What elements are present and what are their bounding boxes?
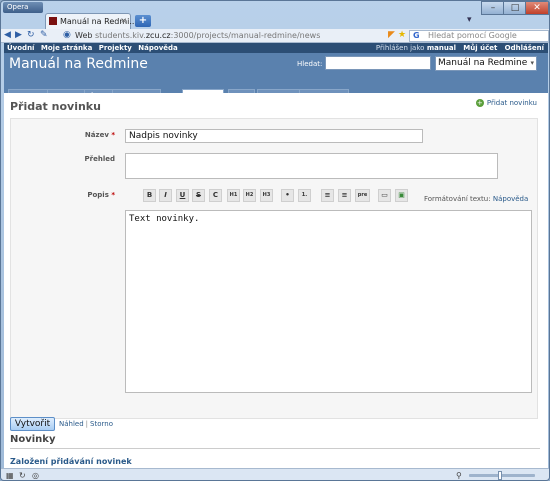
google-icon: G (413, 31, 420, 40)
zoom-slider-handle[interactable] (498, 471, 502, 480)
plus-icon: + (475, 99, 484, 107)
project-header: Manuál na Redmine Hledat: Manuál na Redm… (4, 53, 548, 103)
pre-button[interactable]: pre (355, 189, 370, 202)
cancel-link[interactable]: Storno (90, 420, 113, 428)
main-content: Přidat novinku + Přidat novinku Název * N… (4, 93, 548, 468)
h3-button[interactable]: H3 (260, 189, 273, 202)
title-bar: Opera Manuál na Redmi... × + ▾ – □ ✕ (1, 1, 549, 29)
topmenu-home[interactable]: Úvodní (7, 44, 34, 52)
h1-button[interactable]: H1 (227, 189, 240, 202)
sync-icon[interactable]: ↻ (19, 471, 26, 480)
news-item-link[interactable]: Založení přidávání novinek (10, 457, 132, 466)
close-window-button[interactable]: ✕ (525, 1, 549, 15)
address-bar: ◀ ▶ ↻ ✎ ◉ Web students.kiv.zcu.cz:3000/p… (1, 29, 549, 43)
bookmark-star-icon[interactable]: ★ (398, 30, 406, 40)
divider (10, 448, 540, 449)
panel-toggle-icon[interactable]: ▦ (6, 471, 14, 480)
edit-icon[interactable]: ✎ (40, 30, 48, 40)
create-button[interactable]: Vytvořit (10, 417, 55, 431)
favicon-icon (49, 17, 57, 25)
summary-field[interactable] (125, 153, 498, 179)
topmenu-projects[interactable]: Projekty (99, 44, 132, 52)
topmenu-help[interactable]: Nápověda (138, 44, 177, 52)
topmenu-my-page[interactable]: Moje stránka (41, 44, 92, 52)
page-title: Přidat novinku (10, 100, 101, 113)
outdent-button[interactable]: ≡ (338, 189, 351, 202)
h2-button[interactable]: H2 (243, 189, 256, 202)
form-links: Náhled | Storno (59, 420, 113, 428)
italic-button[interactable]: I (159, 189, 172, 202)
new-tab-button[interactable]: + (135, 15, 151, 27)
underline-button[interactable]: U (176, 189, 189, 202)
web-page: Úvodní Moje stránka Projekty Nápověda Př… (4, 43, 548, 468)
bold-button[interactable]: B (143, 189, 156, 202)
reload-icon[interactable]: ↻ (27, 30, 35, 40)
top-menu: Úvodní Moje stránka Projekty Nápověda Př… (4, 43, 548, 53)
description-textarea[interactable]: Text novinky. (125, 210, 532, 393)
search-label: Hledat: (297, 60, 323, 68)
tab-close-icon[interactable]: × (120, 16, 127, 25)
url-field[interactable]: students.kiv.zcu.cz:3000/projects/manual… (95, 31, 320, 40)
logged-as-label: Přihlášen jako (375, 44, 425, 52)
link-button[interactable]: ▭ (378, 189, 391, 202)
zoom-slider-track[interactable] (469, 474, 535, 477)
logout-link[interactable]: Odhlášení (505, 44, 544, 52)
preview-link[interactable]: Náhled (59, 420, 84, 428)
add-news-link[interactable]: + Přidat novinku (475, 99, 537, 107)
title-field[interactable]: Nadpis novinky (125, 129, 423, 143)
project-select[interactable]: Manuál na Redmine ▾ (435, 56, 537, 71)
back-icon[interactable]: ◀ (4, 30, 11, 40)
news-form: Název * Nadpis novinky Přehled Popis * B… (10, 118, 538, 419)
web-label: Web (75, 31, 93, 40)
formatting-label: Formátování textu: Nápověda (424, 195, 529, 203)
search-input[interactable] (325, 56, 431, 70)
forward-icon[interactable]: ▶ (15, 30, 22, 40)
summary-label: Přehled (84, 155, 115, 163)
zoom-icon: ⚲ (456, 471, 462, 480)
image-button[interactable]: ▣ (395, 189, 408, 202)
browser-tab[interactable]: Manuál na Redmi... × (45, 13, 137, 29)
browser-window: Opera Manuál na Redmi... × + ▾ – □ ✕ ◀ ▶… (0, 0, 550, 481)
minimize-button[interactable]: – (481, 1, 505, 15)
strike-button[interactable]: S (192, 189, 205, 202)
downloads-icon[interactable]: ▾ (467, 15, 472, 25)
rss-icon[interactable]: ◤ (388, 30, 395, 40)
globe-icon: ◉ (63, 30, 71, 40)
chevron-down-icon: ▾ (530, 59, 534, 67)
ordered-list-button[interactable]: 1. (298, 189, 311, 202)
indent-button[interactable]: ≡ (321, 189, 334, 202)
unordered-list-button[interactable]: • (281, 189, 294, 202)
project-title: Manuál na Redmine (9, 56, 148, 72)
news-heading: Novinky (10, 434, 56, 445)
description-label: Popis * (87, 191, 115, 199)
turbo-icon[interactable]: ◎ (32, 471, 39, 480)
code-button[interactable]: C (209, 189, 222, 202)
status-bar: ▦ ↻ ◎ ⚲ (1, 468, 549, 480)
opera-menu-button[interactable]: Opera (3, 2, 43, 13)
maximize-button[interactable]: □ (503, 1, 527, 15)
title-label: Název * (84, 131, 115, 139)
formatting-help-link[interactable]: Nápověda (493, 195, 528, 203)
user-link[interactable]: manual (427, 44, 456, 52)
google-search-input[interactable]: G Hledat pomocí Google (409, 30, 549, 42)
my-account-link[interactable]: Můj účet (463, 44, 497, 52)
